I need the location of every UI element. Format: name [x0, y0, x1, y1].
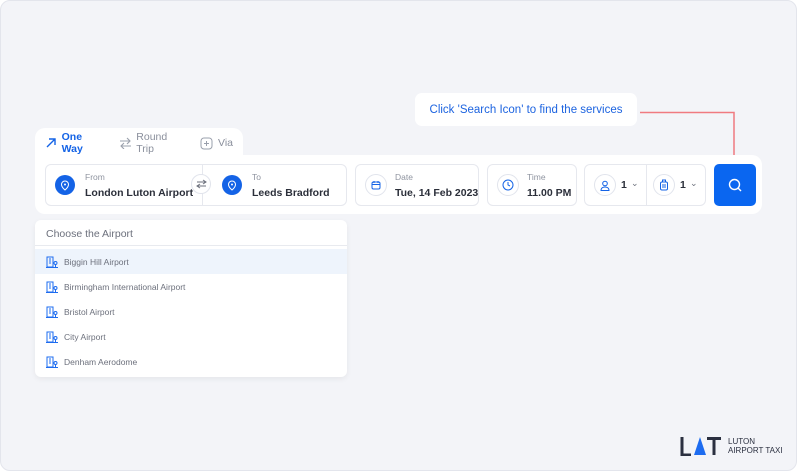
- swap-icon: [195, 179, 207, 189]
- time-value: 11.00 PM: [527, 187, 572, 199]
- airport-option[interactable]: Birmingham International Airport: [35, 274, 347, 299]
- person-icon: [594, 174, 616, 196]
- airport-option[interactable]: City Airport: [35, 324, 347, 349]
- airport-option-label: Bristol Airport: [64, 306, 115, 317]
- booking-form: From London Luton Airport To Leeds Bradf…: [35, 155, 762, 214]
- calendar-icon: [365, 174, 387, 196]
- location-pin-icon: [55, 175, 75, 195]
- tooltip-text: Click 'Search Icon' to find the services: [429, 103, 623, 116]
- to-label: To: [252, 172, 261, 182]
- tab-label: Via: [218, 137, 233, 149]
- route-fields: From London Luton Airport To Leeds Bradf…: [45, 164, 347, 206]
- lat-logo-mark: [680, 437, 721, 456]
- airport-option-label: Birmingham International Airport: [64, 281, 186, 292]
- chevron-down-icon: ⌄: [690, 178, 698, 188]
- clock-icon: [497, 174, 519, 196]
- airport-option[interactable]: Biggin Hill Airport: [35, 249, 347, 274]
- logo: LUTON AIRPORT TAXI: [680, 436, 783, 456]
- from-value: London Luton Airport: [85, 187, 194, 199]
- passengers-value: 1: [621, 179, 627, 191]
- from-label: From: [85, 172, 105, 182]
- date-value: Tue, 14 Feb 2023: [395, 187, 479, 199]
- tab-one-way[interactable]: One Way: [45, 128, 105, 158]
- passenger-luggage-group: 1 ⌄ 1 ⌄: [584, 164, 706, 206]
- date-label: Date: [395, 172, 413, 182]
- luggage-value: 1: [680, 179, 686, 191]
- plus-square-icon: [200, 137, 213, 149]
- search-button[interactable]: [714, 164, 756, 206]
- airport-dropdown: Choose the Airport Biggin Hill Airport Bi…: [35, 220, 347, 377]
- airport-building-icon: [46, 331, 58, 343]
- airport-option-label: Denham Aerodome: [64, 356, 138, 367]
- swap-locations-button[interactable]: [191, 174, 211, 194]
- tab-label: One Way: [61, 131, 83, 155]
- date-field[interactable]: Date Tue, 14 Feb 2023: [355, 164, 479, 206]
- airport-building-icon: [46, 256, 58, 268]
- chevron-down-icon: ⌄: [631, 178, 639, 188]
- logo-line2: AIRPORT TAXI: [728, 446, 783, 455]
- dropdown-header: Choose the Airport: [35, 220, 347, 246]
- airport-option-label: Biggin Hill Airport: [64, 256, 129, 267]
- divider: [646, 165, 647, 205]
- search-hint-tooltip: Click 'Search Icon' to find the services: [415, 93, 637, 126]
- logo-line1: LUTON: [728, 437, 755, 446]
- tab-label: Round Trip: [136, 131, 168, 155]
- airport-option[interactable]: Bristol Airport: [35, 299, 347, 324]
- location-pin-icon: [222, 175, 242, 195]
- luggage-icon: [653, 174, 675, 196]
- airport-building-icon: [46, 306, 58, 318]
- airport-option-label: City Airport: [64, 331, 106, 342]
- trip-type-tabs: One Way Round Trip Via: [35, 128, 243, 158]
- airport-building-icon: [46, 356, 58, 368]
- arrow-up-right-icon: [46, 138, 56, 148]
- tab-round-trip[interactable]: Round Trip: [119, 128, 186, 158]
- to-value: Leeds Bradford: [252, 187, 330, 199]
- search-icon: [728, 178, 742, 192]
- time-field[interactable]: Time 11.00 PM: [487, 164, 577, 206]
- time-label: Time: [527, 172, 546, 182]
- tab-via[interactable]: Via: [200, 128, 233, 158]
- airport-building-icon: [46, 281, 58, 293]
- airport-option[interactable]: Denham Aerodome: [35, 349, 347, 374]
- swap-arrows-icon: [119, 137, 131, 149]
